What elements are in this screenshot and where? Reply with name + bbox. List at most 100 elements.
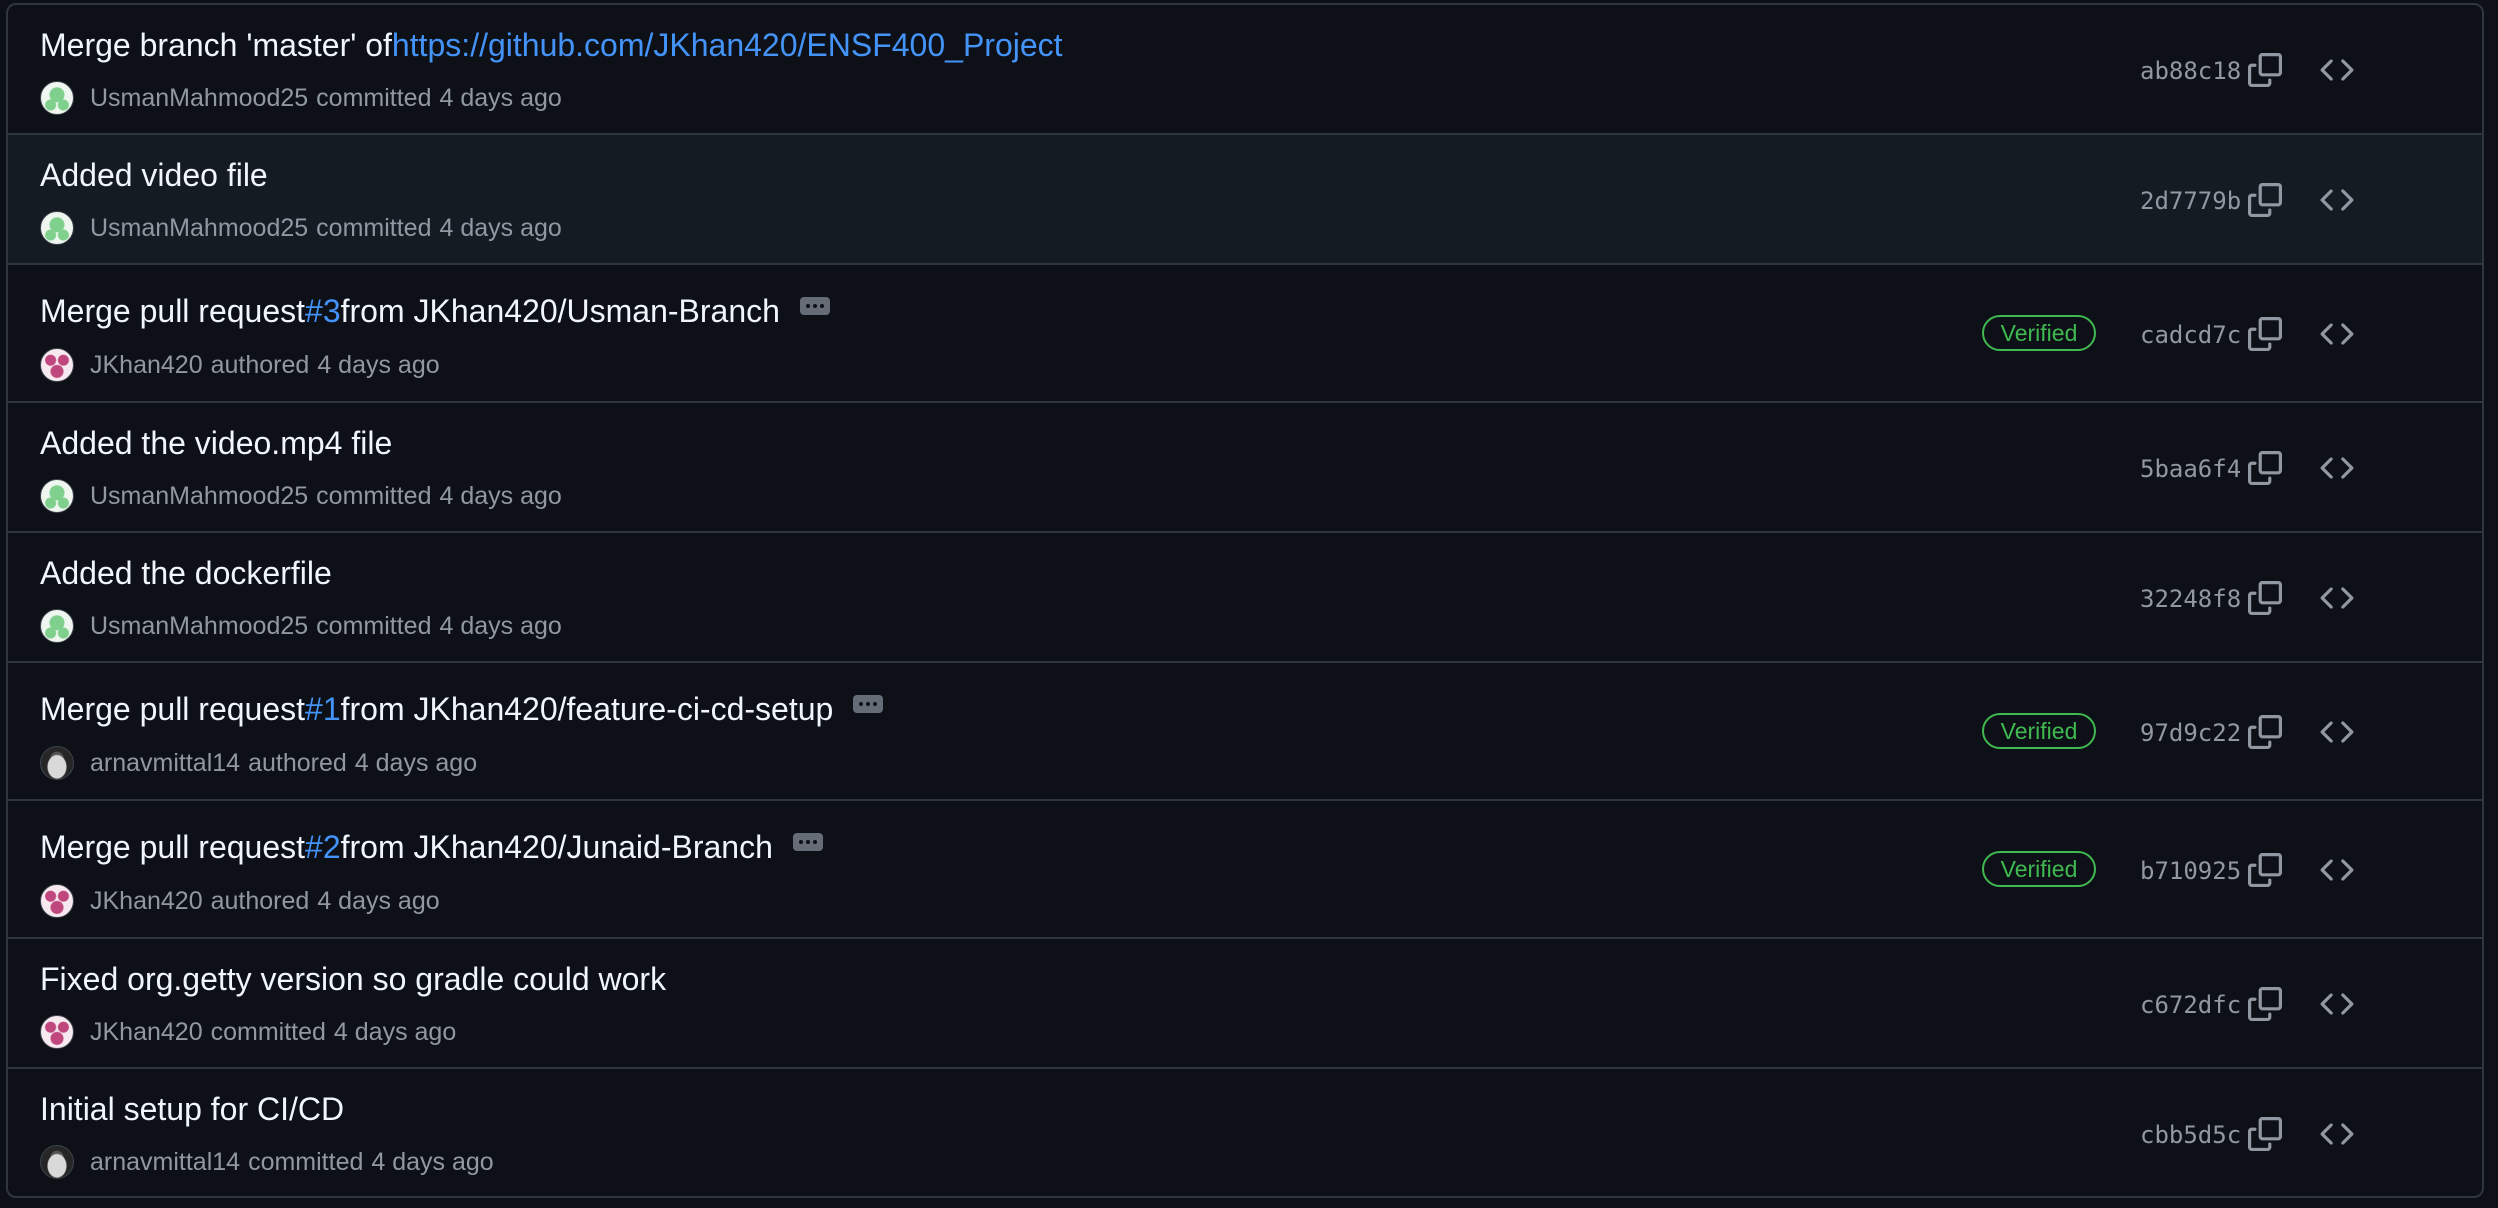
commit-sha[interactable]: cadcd7c (2140, 321, 2241, 349)
commit-author[interactable]: arnavmittal14 (90, 749, 240, 778)
copy-icon[interactable] (2248, 183, 2282, 217)
commit-meta: UsmanMahmood25 committed 4 days ago (40, 81, 562, 115)
copy-icon[interactable] (2248, 1117, 2282, 1151)
ellipsis-icon[interactable] (799, 296, 830, 315)
avatar[interactable] (40, 1145, 74, 1179)
commit-actions: Verified b710925 (1982, 801, 2482, 937)
commit-title-text[interactable]: Added the video.mp4 file (40, 425, 392, 462)
commit-sha[interactable]: ab88c18 (2140, 57, 2241, 85)
commit-time: 4 days ago (439, 213, 562, 242)
commit-author[interactable]: arnavmittal14 (90, 1148, 240, 1177)
commit-title-text[interactable]: Initial setup for CI/CD (40, 1091, 344, 1128)
commit-row: Merge pull request #1 from JKhan420/feat… (8, 663, 2482, 801)
avatar[interactable] (40, 1015, 74, 1049)
commit-sha[interactable]: c672dfc (2140, 991, 2241, 1019)
commit-author[interactable]: JKhan420 (90, 887, 203, 916)
code-icon[interactable] (2320, 451, 2354, 485)
commit-time: 4 days ago (333, 1017, 457, 1046)
commit-title-suffix[interactable]: from JKhan420/Usman-Branch (341, 293, 780, 330)
commit-sha[interactable]: 2d7779b (2140, 187, 2241, 215)
avatar[interactable] (40, 746, 74, 780)
commit-title-text[interactable]: Merge pull request (40, 829, 305, 866)
commit-title-suffix[interactable]: from JKhan420/feature-ci-cd-setup (341, 691, 834, 728)
verified-badge[interactable]: Verified (1982, 713, 2096, 749)
commit-title-suffix[interactable]: from JKhan420/Junaid-Branch (341, 829, 773, 866)
code-icon[interactable] (2320, 183, 2354, 217)
commit-list: Merge branch 'master' of https://github.… (6, 3, 2484, 1198)
commit-title-link[interactable]: https://github.com/JKhan420/ENSF400_Proj… (392, 27, 1063, 64)
avatar[interactable] (40, 348, 74, 382)
commit-actions: Verified cadcd7c (1982, 265, 2482, 401)
avatar[interactable] (40, 81, 74, 115)
commit-actions: Verified 97d9c22 (1982, 663, 2482, 799)
commit-title-text[interactable]: Merge pull request (40, 293, 305, 330)
commit-author[interactable]: UsmanMahmood25 (90, 214, 308, 243)
commit-action: committed (316, 213, 432, 242)
commit-author[interactable]: UsmanMahmood25 (90, 84, 308, 113)
commit-sha[interactable]: 5baa6f4 (2140, 455, 2241, 483)
copy-icon[interactable] (2248, 317, 2282, 351)
commit-row: Initial setup for CI/CD arnavmittal14 co… (8, 1069, 2482, 1196)
code-icon[interactable] (2320, 1117, 2354, 1151)
code-icon[interactable] (2320, 317, 2354, 351)
commit-action: authored (210, 886, 310, 915)
avatar[interactable] (40, 609, 74, 643)
commit-actions: 2d7779b (1982, 135, 2482, 263)
avatar[interactable] (40, 211, 74, 245)
commit-title[interactable]: Added video file (40, 157, 268, 194)
commit-author[interactable]: UsmanMahmood25 (90, 482, 308, 511)
ellipsis-icon[interactable] (853, 694, 884, 713)
commit-title[interactable]: Fixed org.getty version so gradle could … (40, 961, 666, 998)
commit-author[interactable]: JKhan420 (90, 1018, 203, 1047)
commit-title[interactable]: Initial setup for CI/CD (40, 1091, 344, 1128)
commit-title-text[interactable]: Fixed org.getty version so gradle could … (40, 961, 666, 998)
commit-sha[interactable]: 97d9c22 (2140, 719, 2241, 747)
commit-author[interactable]: UsmanMahmood25 (90, 612, 308, 641)
code-icon[interactable] (2320, 53, 2354, 87)
commit-action: authored (248, 748, 347, 777)
commit-title[interactable]: Merge pull request #3 from JKhan420/Usma… (40, 293, 830, 330)
commit-meta: UsmanMahmood25 committed 4 days ago (40, 211, 562, 245)
copy-icon[interactable] (2248, 987, 2282, 1021)
commit-title[interactable]: Added the dockerfile (40, 555, 332, 592)
commit-action: committed (248, 1147, 364, 1176)
commit-title[interactable]: Added the video.mp4 file (40, 425, 392, 462)
pull-request-link[interactable]: #3 (305, 293, 341, 330)
commit-action: committed (210, 1017, 326, 1046)
commit-actions: 5baa6f4 (1982, 403, 2482, 531)
commit-meta: UsmanMahmood25 committed 4 days ago (40, 479, 562, 513)
pull-request-link[interactable]: #2 (305, 829, 341, 866)
commit-title[interactable]: Merge pull request #2 from JKhan420/Juna… (40, 829, 823, 866)
commit-sha[interactable]: b710925 (2140, 857, 2241, 885)
commit-meta: JKhan420 authored 4 days ago (40, 884, 440, 918)
verified-badge[interactable]: Verified (1982, 851, 2096, 887)
code-icon[interactable] (2320, 987, 2354, 1021)
commit-actions: 32248f8 (1982, 533, 2482, 661)
copy-icon[interactable] (2248, 451, 2282, 485)
commit-title[interactable]: Merge pull request #1 from JKhan420/feat… (40, 691, 884, 728)
commit-time: 4 days ago (439, 83, 562, 112)
ellipsis-icon[interactable] (792, 832, 823, 851)
commit-title-text[interactable]: Merge branch 'master' of (40, 27, 392, 64)
code-icon[interactable] (2320, 853, 2354, 887)
commit-action: committed (316, 611, 432, 640)
commit-title-text[interactable]: Added the dockerfile (40, 555, 332, 592)
commit-sha[interactable]: 32248f8 (2140, 585, 2241, 613)
pull-request-link[interactable]: #1 (305, 691, 341, 728)
commit-title-text[interactable]: Added video file (40, 157, 268, 194)
commit-title-text[interactable]: Merge pull request (40, 691, 305, 728)
commit-sha[interactable]: cbb5d5c (2140, 1121, 2241, 1149)
commit-time: 4 days ago (317, 350, 440, 379)
commit-title[interactable]: Merge branch 'master' of https://github.… (40, 27, 1063, 64)
copy-icon[interactable] (2248, 581, 2282, 615)
code-icon[interactable] (2320, 715, 2354, 749)
code-icon[interactable] (2320, 581, 2354, 615)
avatar[interactable] (40, 884, 74, 918)
commit-author[interactable]: JKhan420 (90, 351, 203, 380)
copy-icon[interactable] (2248, 715, 2282, 749)
avatar[interactable] (40, 479, 74, 513)
verified-badge[interactable]: Verified (1982, 315, 2096, 351)
copy-icon[interactable] (2248, 53, 2282, 87)
commit-time: 4 days ago (354, 748, 478, 777)
copy-icon[interactable] (2248, 853, 2282, 887)
